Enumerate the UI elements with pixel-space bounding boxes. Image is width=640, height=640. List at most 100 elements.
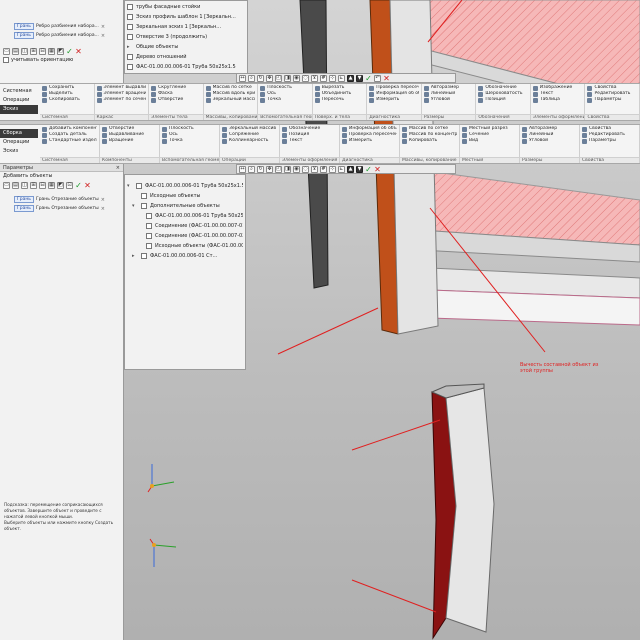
tree-row[interactable]: Исходные объекты (ФАС-01.00.00.006-01 Тр… bbox=[127, 241, 243, 251]
ribbon-command[interactable]: Угловой bbox=[423, 97, 474, 103]
ribbon-command[interactable]: Параметры bbox=[587, 97, 637, 103]
grid-icon[interactable]: # bbox=[320, 74, 327, 82]
close-icon[interactable]: × bbox=[101, 33, 105, 39]
tab-sketch[interactable]: Эскиз bbox=[0, 147, 38, 156]
close-icon[interactable]: × bbox=[101, 197, 105, 203]
ribbon-command[interactable]: Стандартные изделия bbox=[42, 138, 97, 144]
grid-icon[interactable]: # bbox=[320, 165, 327, 173]
object-chip[interactable]: Грань bbox=[14, 32, 34, 39]
close-icon[interactable]: × bbox=[116, 164, 120, 171]
tree-row[interactable]: Зеркальная эскиз 1 [Зеркальн... bbox=[127, 22, 245, 32]
ribbon-command[interactable]: Элемент по сечениям bbox=[96, 97, 146, 103]
hide-icon[interactable]: ◌ bbox=[302, 165, 309, 173]
object-chip-row[interactable]: Грань Ребро разбиения набора... × bbox=[0, 22, 123, 31]
filter-icon[interactable]: ⊻ bbox=[311, 165, 318, 173]
display-icon[interactable]: ◉ bbox=[293, 165, 300, 173]
object-chip-row[interactable]: Грань Грань Отрезание объекты × bbox=[0, 204, 123, 213]
tool-icon[interactable]: ⊞ bbox=[30, 182, 37, 189]
view-icon[interactable]: ◰ bbox=[275, 165, 282, 173]
ribbon-command[interactable]: Точка bbox=[260, 97, 310, 103]
filter-icon[interactable]: ⊻ bbox=[311, 74, 318, 82]
rotate-icon[interactable]: ↻ bbox=[257, 165, 264, 173]
orient-icon[interactable]: ↔ bbox=[239, 74, 246, 82]
tool-icon[interactable]: ⊞ bbox=[30, 48, 37, 55]
tree-row[interactable]: ▾ Дополнительные объекты bbox=[127, 201, 243, 211]
tool-icon[interactable]: ⊟ bbox=[39, 48, 46, 55]
ribbon-command[interactable]: Таблица bbox=[532, 97, 583, 103]
tool-icon[interactable]: ▭ bbox=[3, 48, 10, 55]
zoom-icon[interactable]: ⌕ bbox=[248, 165, 255, 173]
tool-icon[interactable]: ⊟ bbox=[39, 182, 46, 189]
ribbon-command[interactable]: Коллинеарность bbox=[222, 138, 277, 144]
ribbon-command[interactable]: Вид bbox=[462, 138, 517, 144]
tool-icon[interactable]: ◫ bbox=[21, 48, 28, 55]
tool-icon[interactable]: ◩ bbox=[57, 48, 64, 55]
pan-icon[interactable]: ✥ bbox=[266, 74, 273, 82]
ribbon-command[interactable]: Отверстие bbox=[151, 97, 201, 103]
ribbon-command[interactable]: Угловой bbox=[522, 138, 577, 144]
object-chip[interactable]: Грань bbox=[14, 205, 34, 212]
expand-icon[interactable]: ▾ bbox=[127, 181, 133, 191]
tree-row[interactable]: ФАС-01.00.00.006-01 Труба 50х25х1.5 bbox=[127, 62, 245, 72]
ribbon-command[interactable]: Скопировать bbox=[42, 97, 92, 103]
expand-icon[interactable]: ▾ bbox=[132, 201, 138, 211]
confirm-icon[interactable]: ✓ bbox=[66, 48, 73, 56]
measure-icon[interactable]: ⊾ bbox=[338, 165, 345, 173]
tool-icon[interactable]: ⊡ bbox=[66, 182, 73, 189]
ribbon-command[interactable]: Позиция bbox=[478, 97, 528, 103]
object-chip-row[interactable]: Грань Ребро разбиения набора... × bbox=[0, 31, 123, 40]
tab-operations[interactable]: Операции bbox=[0, 96, 38, 105]
cancel-icon[interactable]: ✕ bbox=[84, 182, 91, 190]
snap-icon[interactable]: ⊹ bbox=[329, 165, 336, 173]
tab-system[interactable]: Системная bbox=[0, 87, 38, 96]
orient-icon[interactable]: ↔ bbox=[239, 165, 246, 173]
zoom-icon[interactable]: ⌕ bbox=[248, 74, 255, 82]
tree-row[interactable]: ▸ Общие объекты bbox=[127, 42, 245, 52]
tree-row[interactable]: трубы фасадные стойки bbox=[127, 2, 245, 12]
cursor-icon[interactable]: ▲ bbox=[347, 165, 354, 173]
cancel-icon[interactable]: ✕ bbox=[374, 165, 381, 173]
close-icon[interactable]: × bbox=[101, 206, 105, 212]
rotate-icon[interactable]: ↻ bbox=[257, 74, 264, 82]
section-icon[interactable]: ◨ bbox=[284, 74, 291, 82]
tree-row[interactable]: Соединение (ФАС-01.00.00.007-01 Труба 50… bbox=[127, 221, 243, 231]
tool-icon[interactable]: ▤ bbox=[12, 48, 19, 55]
object-chip[interactable]: Грань bbox=[14, 23, 34, 30]
collapse-icon[interactable]: ▸ bbox=[127, 42, 133, 52]
tool-icon[interactable]: ▭ bbox=[3, 182, 10, 189]
tool-icon[interactable]: ◩ bbox=[57, 182, 64, 189]
measure-icon[interactable]: ⊾ bbox=[338, 74, 345, 82]
ribbon-command[interactable]: Измерить bbox=[342, 138, 397, 144]
tree-row[interactable]: Исходные объекты bbox=[127, 191, 243, 201]
tree-row[interactable]: Эскиз профиль шаблон 1 [Зеркальн... bbox=[127, 12, 245, 22]
display-icon[interactable]: ◉ bbox=[293, 74, 300, 82]
tool-icon[interactable]: ▤ bbox=[12, 182, 19, 189]
ribbon-command[interactable]: Параметры bbox=[582, 138, 637, 144]
tab-operations[interactable]: Операции bbox=[0, 138, 38, 147]
pan-icon[interactable]: ✥ bbox=[266, 165, 273, 173]
close-icon[interactable]: × bbox=[101, 24, 105, 30]
tree-row[interactable]: ФАС-01.00.00.006-01 Труба 50х25х1.5 bbox=[127, 211, 243, 221]
tree-row[interactable]: ▾ ФАС-01.00.00.006-01 Труба 50х25х1.5 (1) bbox=[127, 181, 243, 191]
cancel-icon[interactable]: ✕ bbox=[75, 48, 82, 56]
confirm-icon[interactable]: ✓ bbox=[365, 165, 372, 173]
tab-sketch[interactable]: Эскиз bbox=[0, 105, 38, 114]
ribbon-command[interactable]: Пересечь bbox=[314, 97, 365, 103]
select-icon[interactable]: ▼ bbox=[356, 74, 363, 82]
option-row[interactable]: учитывать ориентацию bbox=[0, 57, 123, 63]
tree-row[interactable]: ▸ ФАС-01.00.00.006-01 Ст... bbox=[127, 251, 243, 261]
tab-assembly[interactable]: Сборка bbox=[0, 129, 38, 138]
section-icon[interactable]: ◨ bbox=[284, 165, 291, 173]
snap-icon[interactable]: ⊹ bbox=[329, 74, 336, 82]
tree-row[interactable]: Дерево отношений bbox=[127, 52, 245, 62]
confirm-icon[interactable]: ✓ bbox=[75, 182, 82, 190]
ribbon-command[interactable]: Копировать bbox=[402, 138, 457, 144]
tree-row[interactable]: Соединение (ФАС-01.00.00.007-02 Труба 50… bbox=[127, 231, 243, 241]
tool-icon[interactable]: ▦ bbox=[48, 48, 55, 55]
tool-icon[interactable]: ◫ bbox=[21, 182, 28, 189]
select-icon[interactable]: ▼ bbox=[356, 165, 363, 173]
cancel-icon[interactable]: ✕ bbox=[383, 74, 390, 82]
checkbox-icon[interactable] bbox=[3, 57, 9, 63]
tool-icon[interactable]: ▦ bbox=[48, 182, 55, 189]
ribbon-command[interactable]: Точка bbox=[162, 138, 217, 144]
